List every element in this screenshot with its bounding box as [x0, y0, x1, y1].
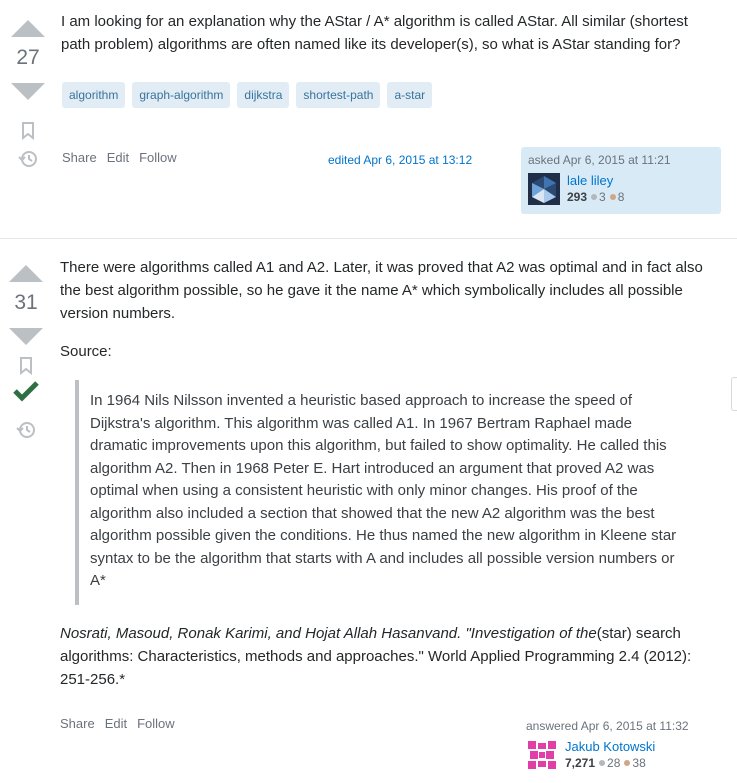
tag-a-star[interactable]: a-star: [387, 82, 433, 108]
downvote-button[interactable]: [9, 328, 43, 345]
silver-badge-icon: [599, 760, 606, 767]
silver-badge-icon: [591, 194, 598, 201]
question-body: I am looking for an explanation why the …: [61, 13, 688, 53]
answer-vote-count: 31: [14, 291, 38, 314]
user-reputation: 293 3 8: [567, 189, 624, 205]
bronze-badge-icon: [624, 760, 631, 767]
edited-timestamp-link[interactable]: edited Apr 6, 2015 at 13:12: [328, 153, 472, 167]
user-avatar[interactable]: [526, 739, 558, 771]
history-icon[interactable]: [16, 420, 36, 440]
bookmark-icon[interactable]: [19, 357, 33, 375]
blockquote-text: In 1964 Nils Nilsson invented a heuristi…: [90, 392, 677, 589]
share-link[interactable]: Share: [62, 150, 97, 165]
follow-link[interactable]: Follow: [137, 716, 175, 731]
user-name-link[interactable]: lale liley: [567, 173, 624, 189]
edit-link[interactable]: Edit: [107, 150, 129, 165]
silver-badge-count: 28: [607, 756, 621, 770]
upvote-button[interactable]: [9, 265, 43, 282]
section-divider: [0, 238, 737, 239]
answered-timestamp: answered Apr 6, 2015 at 11:32: [526, 719, 689, 733]
question-tags: algorithm graph-algorithm dijkstra short…: [62, 82, 433, 108]
history-icon[interactable]: [18, 149, 38, 169]
tag-dijkstra[interactable]: dijkstra: [237, 82, 290, 108]
silver-badge-count: 3: [599, 190, 606, 204]
accepted-checkmark-icon: [13, 381, 39, 402]
right-edge-bracket: [731, 377, 737, 411]
answer-vote-cell: 31: [0, 265, 54, 440]
upvote-button[interactable]: [11, 20, 45, 37]
answer-post-menu: Share Edit Follow: [60, 716, 175, 731]
user-name-link[interactable]: Jakub Kotowski: [565, 739, 655, 755]
answer-citation: Nosrati, Masoud, Ronak Karimi, and Hojat…: [60, 622, 710, 691]
question-post-menu: Share Edit Follow: [62, 150, 177, 165]
edit-link[interactable]: Edit: [105, 716, 127, 731]
bronze-badge-icon: [609, 194, 616, 201]
reputation-score: 7,271: [565, 756, 596, 770]
follow-link[interactable]: Follow: [139, 150, 177, 165]
answer-blockquote: In 1964 Nils Nilsson invented a heuristi…: [75, 380, 690, 605]
answer-source-label: Source:: [60, 343, 112, 360]
question-owner-card: asked Apr 6, 2015 at 11:21 lale liley 29…: [521, 147, 721, 214]
asked-timestamp: asked Apr 6, 2015 at 11:21: [528, 153, 671, 167]
citation-italic-text: Nosrati, Masoud, Ronak Karimi, and Hojat…: [60, 625, 597, 642]
question-vote-cell: 27: [0, 20, 56, 169]
tag-shortest-path[interactable]: shortest-path: [296, 82, 381, 108]
downvote-button[interactable]: [11, 83, 45, 100]
user-reputation: 7,271 28 38: [565, 755, 655, 771]
share-link[interactable]: Share: [60, 716, 95, 731]
answer-intro: There were algorithms called A1 and A2. …: [60, 259, 703, 322]
tag-graph-algorithm[interactable]: graph-algorithm: [132, 82, 231, 108]
bronze-badge-count: 38: [632, 756, 646, 770]
answer-owner-card: answered Apr 6, 2015 at 11:32 Jakub Koto…: [519, 713, 719, 781]
question-vote-count: 27: [16, 46, 40, 69]
user-avatar[interactable]: [528, 173, 560, 205]
bookmark-icon[interactable]: [21, 122, 35, 140]
reputation-score: 293: [567, 190, 588, 204]
bronze-badge-count: 8: [617, 190, 625, 204]
tag-algorithm[interactable]: algorithm: [62, 82, 126, 108]
